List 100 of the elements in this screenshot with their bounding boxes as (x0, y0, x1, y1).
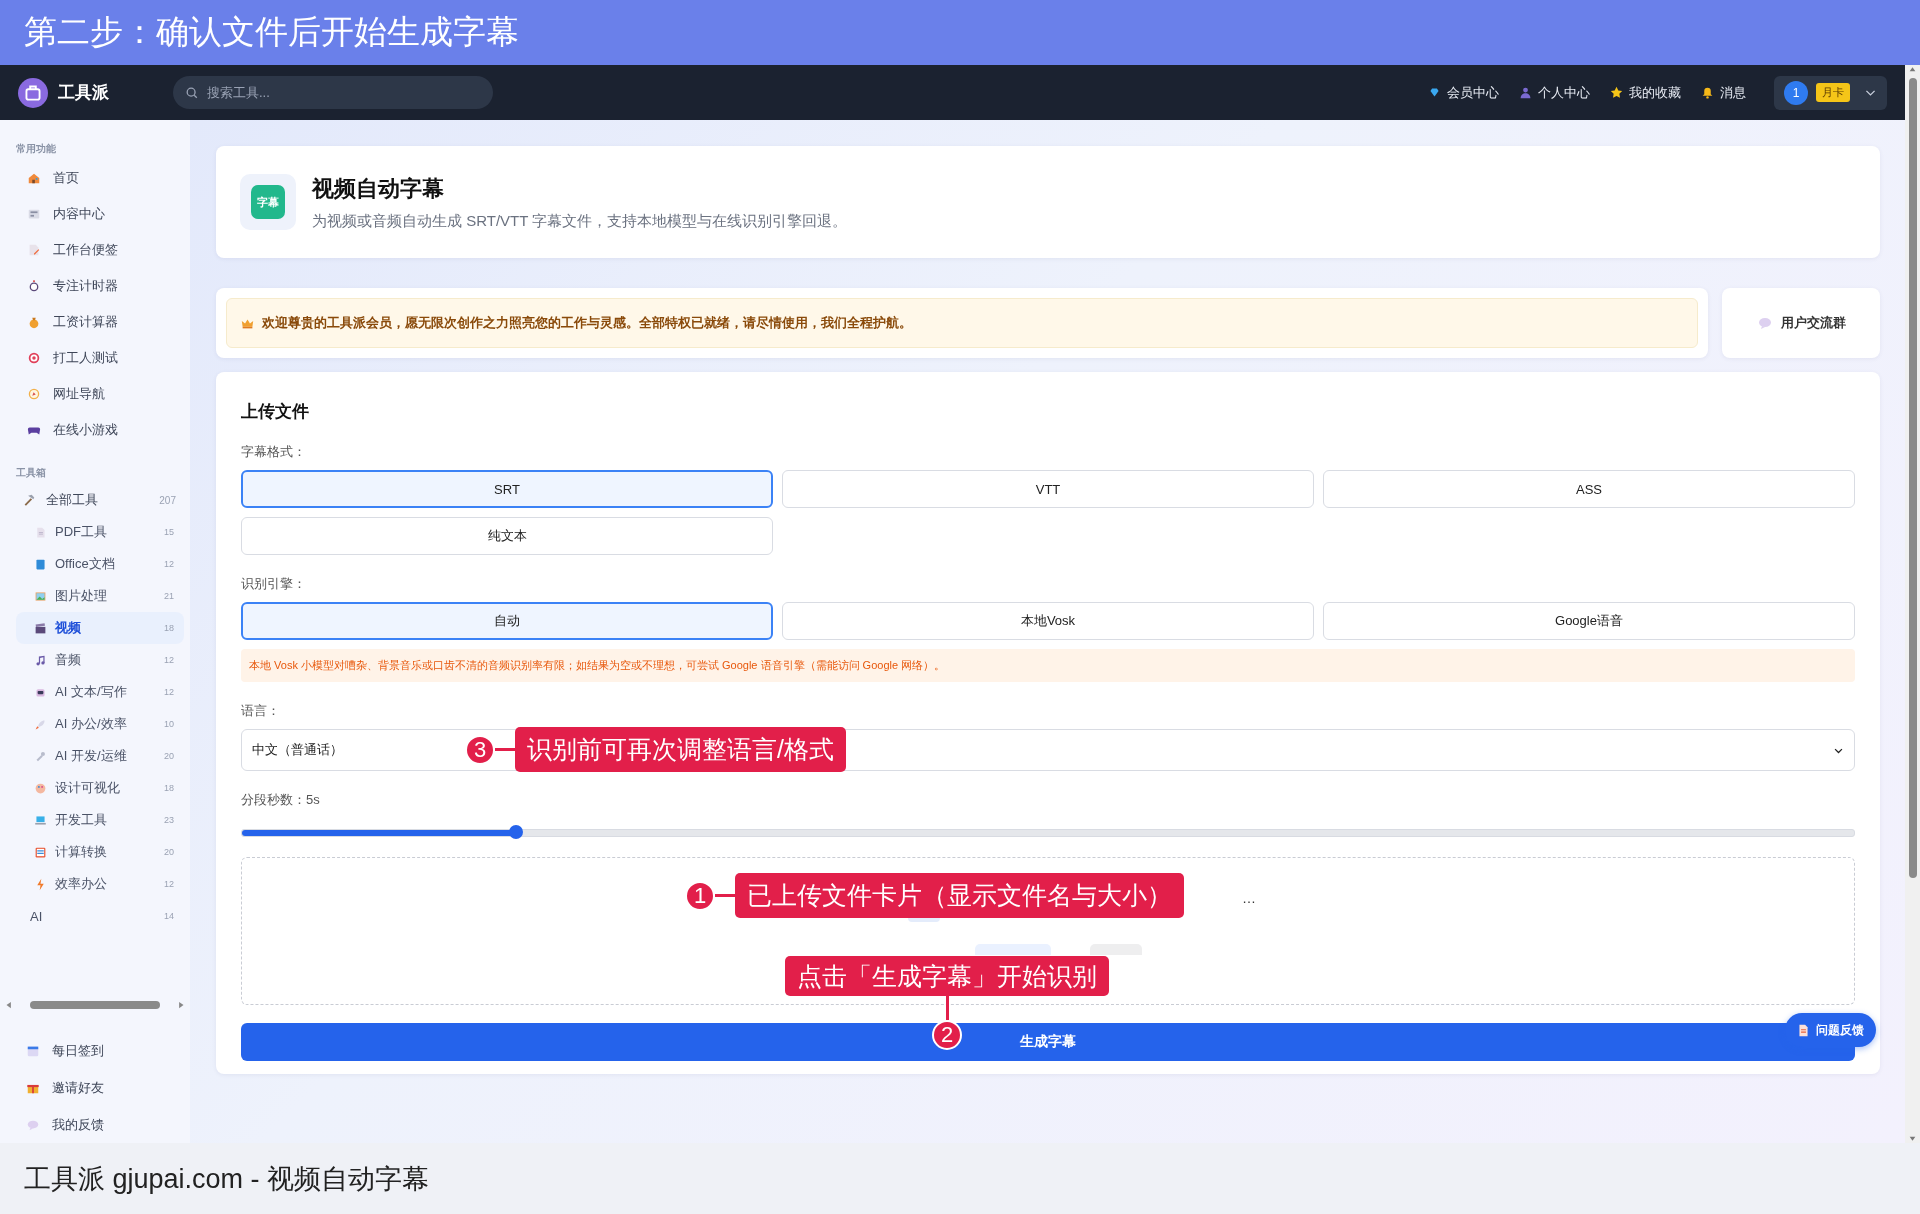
newspaper-icon (27, 207, 41, 221)
logo-icon (18, 77, 48, 108)
user-menu[interactable]: 1 月卡 (1774, 75, 1887, 110)
nav-link[interactable]: 消息 (1701, 83, 1746, 102)
file-name: … (1242, 890, 1256, 906)
sidebar-item[interactable]: 音频 12 (16, 644, 184, 676)
sidebar-heading: 常用功能 (15, 142, 57, 156)
wrench-icon (34, 749, 47, 763)
sidebar-item[interactable]: 每日签到 (0, 1032, 190, 1069)
sidebar-item[interactable]: 图片处理 21 (16, 580, 184, 612)
sidebar-item[interactable]: 首页 (0, 160, 190, 196)
search-field[interactable]: 搜索工具... (173, 76, 493, 109)
sidebar-item[interactable]: AI 文本/写作 12 (16, 676, 184, 708)
option-button[interactable]: SRT (241, 470, 773, 508)
item-count: 18 (164, 783, 174, 793)
music-note-icon (34, 653, 47, 667)
crown-icon (241, 316, 254, 330)
field-label: 字幕格式： (241, 443, 307, 461)
item-count: 20 (164, 751, 174, 761)
palette-icon (34, 781, 47, 795)
sidebar-item[interactable]: 计算转换 20 (16, 836, 184, 868)
warning-text: 本地 Vosk 小模型对嘈杂、背景音乐或口齿不清的音频识别率有限；如结果为空或不理想，可尝试 Google 语音引擎（需能访问 Google 网络）。 (241, 649, 1855, 682)
option-button[interactable]: VTT (782, 470, 1314, 508)
sidebar-item[interactable]: 全部工具 207 (0, 484, 190, 516)
item-count: 207 (159, 494, 176, 506)
notice-text: 欢迎尊贵的工具派会员，愿无限次创作之力照亮您的工作与灵感。全部特权已就绪，请尽情使用，我们全程护航。 (262, 314, 912, 332)
sidebar-item[interactable]: 我的反馈 (0, 1106, 190, 1143)
option-button[interactable]: 本地Vosk (782, 602, 1314, 640)
item-count: 18 (164, 623, 174, 633)
search-icon (185, 86, 199, 100)
slider-thumb[interactable] (509, 825, 524, 839)
clapperboard-icon (34, 621, 47, 635)
scroll-right-icon (176, 1000, 186, 1010)
brand-name[interactable]: 工具派 (58, 81, 109, 104)
membership-tag: 月卡 (1816, 83, 1850, 102)
sidebar-item[interactable]: 打工人测试 (0, 340, 190, 376)
sidebar-item[interactable]: 工资计算器 (0, 304, 190, 340)
star-icon (1610, 86, 1623, 99)
option-button[interactable]: Google语音 (1323, 602, 1855, 640)
sidebar-item[interactable]: 开发工具 23 (16, 804, 184, 836)
sidebar-item[interactable]: AI 14 (16, 900, 184, 932)
feedback-button[interactable]: 问题反馈 (1785, 1013, 1876, 1047)
caption-text: 工具派 gjupai.com - 视频自动字幕 (24, 1162, 430, 1196)
tool-description: 为视频或音频自动生成 SRT/VTT 字幕文件，支持本地模型与在线识别引擎回退。 (312, 211, 848, 231)
option-button[interactable]: 纯文本 (241, 517, 773, 555)
sidebar-item[interactable]: 在线小游戏 (0, 412, 190, 448)
document-icon (34, 525, 47, 539)
sidebar-item[interactable]: 效率办公 12 (16, 868, 184, 900)
section-title: 上传文件 (241, 401, 310, 423)
banner-title: 第二步：确认文件后开始生成字幕 (24, 12, 519, 52)
money-bag-icon (27, 315, 41, 329)
field-label: 语言： (241, 702, 281, 720)
sidebar-item[interactable]: 工作台便签 (0, 232, 190, 268)
item-count: 21 (164, 591, 174, 601)
sidebar-item[interactable]: AI 开发/运维 20 (16, 740, 184, 772)
sidebar-item[interactable]: 网址导航 (0, 376, 190, 412)
item-count: 12 (164, 687, 174, 697)
laptop-icon (34, 813, 47, 827)
rocket-icon (34, 717, 47, 731)
sidebar-item[interactable]: 设计可视化 18 (16, 772, 184, 804)
sidebar-item[interactable]: 专注计时器 (0, 268, 190, 304)
sidebar-item[interactable]: 视频 18 (16, 612, 184, 644)
annotation-label: 识别前可再次调整语言/格式 (515, 727, 846, 772)
item-count: 12 (164, 655, 174, 665)
person-icon (1519, 86, 1532, 99)
scroll-left-icon (4, 1000, 14, 1010)
annotation-label: 已上传文件卡片（显示文件名与大小） (735, 873, 1184, 918)
picture-icon (34, 589, 47, 603)
vertical-scrollbar[interactable] (1908, 65, 1917, 1143)
option-button[interactable]: 自动 (241, 602, 773, 640)
abacus-icon (34, 845, 47, 859)
item-count: 10 (164, 719, 174, 729)
nav-link[interactable]: 我的收藏 (1610, 83, 1681, 102)
sidebar-item[interactable]: 内容中心 (0, 196, 190, 232)
bell-icon (1701, 86, 1714, 99)
item-count: 12 (164, 879, 174, 889)
nav-link[interactable]: 会员中心 (1428, 83, 1499, 102)
field-label: 分段秒数：5s (241, 791, 321, 809)
sidebar-item[interactable]: Office文档 12 (16, 548, 184, 580)
tool-icon-label: 字幕 (251, 185, 285, 219)
item-count: 23 (164, 815, 174, 825)
tools-icon (22, 493, 36, 507)
compass-icon (27, 387, 41, 401)
diamond-icon (1428, 86, 1441, 99)
field-label: 识别引擎： (241, 575, 307, 593)
sidebar-item[interactable]: PDF工具 15 (16, 516, 184, 548)
note-icon (27, 243, 41, 257)
item-count: 20 (164, 847, 174, 857)
stopwatch-icon (27, 279, 41, 293)
item-count: 14 (164, 911, 174, 921)
item-count: 15 (164, 527, 174, 537)
nav-link[interactable]: 个人中心 (1519, 83, 1590, 102)
item-count: 12 (164, 559, 174, 569)
user-group-button[interactable]: 用户交流群 (1722, 288, 1880, 358)
sidebar-item[interactable]: AI 办公/效率 10 (16, 708, 184, 740)
sidebar-heading: 工具箱 (15, 466, 47, 480)
option-button[interactable]: ASS (1323, 470, 1855, 508)
document-icon (1797, 1023, 1810, 1037)
annotation-label: 点击「生成字幕」开始识别 (785, 956, 1109, 996)
sidebar-item[interactable]: 邀请好友 (0, 1069, 190, 1106)
